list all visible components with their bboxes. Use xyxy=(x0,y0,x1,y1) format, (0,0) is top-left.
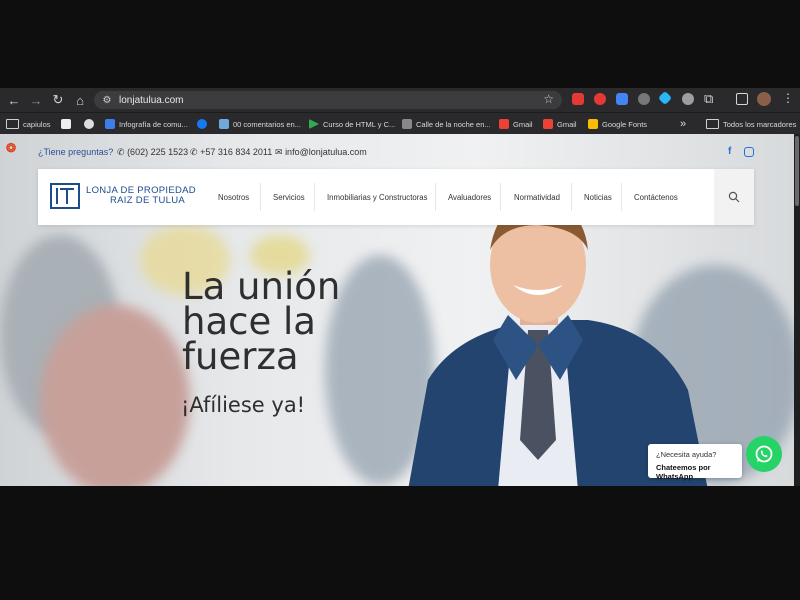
page-scrollbar[interactable] xyxy=(794,134,800,486)
bookmark-item[interactable] xyxy=(61,113,71,135)
phone-link[interactable]: ✆ (602) 225 1523 xyxy=(117,147,188,158)
gmail-icon xyxy=(543,119,553,129)
phone-icon: ✆ xyxy=(117,147,125,157)
instagram-icon[interactable] xyxy=(744,147,754,157)
browser-window: ← → ↻ ⌂ ⚙ lonjatulua.com ☆ ⧉ ⋮ capiulos xyxy=(0,88,800,486)
headline-line: fuerza xyxy=(182,335,299,378)
extension-icon[interactable] xyxy=(638,93,650,105)
side-panel-icon[interactable] xyxy=(736,93,748,105)
bookmark-item[interactable]: Google Fonts xyxy=(588,113,647,135)
site-logo-icon[interactable]: ❂ xyxy=(6,141,16,155)
facebook-icon[interactable]: f xyxy=(728,146,731,157)
whatsapp-button[interactable] xyxy=(746,436,782,472)
phone-icon: ✆ xyxy=(190,147,198,157)
hero-headline: La unión hace la fuerza xyxy=(182,265,341,378)
brand-name: LONJA DE PROPIEDAD RAIZ DE TULUA xyxy=(86,186,196,206)
whatsapp-icon xyxy=(755,445,773,463)
bookmark-star-icon[interactable]: ☆ xyxy=(543,92,554,106)
facebook-icon xyxy=(197,119,207,129)
scrollbar-thumb[interactable] xyxy=(795,136,799,206)
url-text: lonjatulua.com xyxy=(119,94,184,106)
profile-avatar[interactable] xyxy=(757,92,771,106)
favicon-icon xyxy=(402,119,412,129)
browser-toolbar: ← → ↻ ⌂ ⚙ lonjatulua.com ☆ ⧉ ⋮ xyxy=(0,88,800,112)
google-fonts-icon xyxy=(588,119,598,129)
more-bookmarks-button[interactable]: » xyxy=(680,113,686,135)
bookmark-item[interactable]: 00 comentarios en... xyxy=(219,113,301,135)
site-info-icon[interactable]: ⚙ xyxy=(99,95,115,106)
search-icon xyxy=(61,119,71,129)
bookmark-label: Curso de HTML y C... xyxy=(323,119,396,129)
gmail-icon xyxy=(499,119,509,129)
bookmark-item[interactable] xyxy=(197,113,207,135)
whatsapp-chat-card[interactable]: ¿Necesita ayuda? Chateemos por WhatsApp xyxy=(648,444,742,481)
bookmark-folder[interactable]: capiulos xyxy=(6,113,51,135)
top-info-bar: ❂ ¿Tiene preguntas? ✆ (602) 225 1523 ✆ +… xyxy=(0,134,794,168)
web-page: La unión hace la fuerza ¡Afíliese ya! ❂ … xyxy=(0,134,794,486)
menu-kebab-icon[interactable]: ⋮ xyxy=(782,91,794,105)
search-button[interactable] xyxy=(714,169,754,225)
extension-icon[interactable] xyxy=(657,90,673,106)
bookmark-label: capiulos xyxy=(23,119,51,129)
bookmark-label: Infografía de comu... xyxy=(119,119,188,129)
extension-icon[interactable] xyxy=(572,93,584,105)
brand-line: RAIZ DE TULUA xyxy=(110,195,185,206)
globe-icon xyxy=(84,119,94,129)
play-icon xyxy=(309,119,319,129)
bookmark-label: Gmail xyxy=(513,119,533,129)
headline-line: La unión xyxy=(182,265,341,308)
nav-item-nosotros[interactable]: Nosotros xyxy=(218,169,249,225)
bookmark-label: Calle de la noche en... xyxy=(416,119,491,129)
email-link[interactable]: ✉ info@lonjatulua.com xyxy=(275,147,367,158)
bookmark-label: 00 comentarios en... xyxy=(233,119,301,129)
phone-number: (602) 225 1523 xyxy=(127,147,189,157)
folder-icon xyxy=(706,119,719,129)
nav-item-servicios[interactable]: Servicios xyxy=(273,169,305,225)
search-icon xyxy=(728,191,740,203)
bookmarks-bar: capiulos Infografía de comu... 00 coment… xyxy=(0,112,800,135)
extension-icon[interactable] xyxy=(682,93,694,105)
hero-cta-text[interactable]: ¡Afíliese ya! xyxy=(181,393,305,417)
folder-icon xyxy=(6,119,19,129)
bookmark-item[interactable]: Gmail xyxy=(499,113,533,135)
phone-link[interactable]: ✆ +57 316 834 2011 xyxy=(190,147,272,158)
email-address: info@lonjatulua.com xyxy=(285,147,367,157)
forward-icon[interactable]: → xyxy=(25,89,47,111)
main-navbar: LONJA DE PROPIEDAD RAIZ DE TULUA Nosotro… xyxy=(38,169,754,225)
whatsapp-chat-text: Chateemos por WhatsApp xyxy=(656,463,711,481)
favicon-icon xyxy=(105,119,115,129)
background-person xyxy=(40,305,190,486)
brand-logo[interactable]: LONJA DE PROPIEDAD RAIZ DE TULUA xyxy=(50,181,196,211)
bookmark-item[interactable]: Calle de la noche en... xyxy=(402,113,491,135)
whatsapp-help-text: ¿Necesita ayuda? xyxy=(656,450,717,459)
favicon-icon xyxy=(219,119,229,129)
bookmark-label: Todos los marcadores xyxy=(723,119,797,129)
home-icon[interactable]: ⌂ xyxy=(69,89,91,111)
nav-item-normatividad[interactable]: Normatividad xyxy=(514,169,560,225)
logo-mark-icon xyxy=(50,183,80,209)
back-icon[interactable]: ← xyxy=(3,89,25,111)
bookmark-item[interactable]: Infografía de comu... xyxy=(105,113,188,135)
questions-label: ¿Tiene preguntas? xyxy=(38,147,114,157)
extensions-puzzle-icon[interactable]: ⧉ xyxy=(704,91,713,107)
nav-item-contactenos[interactable]: Contáctenos xyxy=(634,169,678,225)
reload-icon[interactable]: ↻ xyxy=(47,89,69,111)
bookmark-label: Gmail xyxy=(557,119,577,129)
bookmark-item[interactable]: Curso de HTML y C... xyxy=(309,113,395,135)
bookmark-label: Google Fonts xyxy=(602,119,648,129)
bookmark-item[interactable]: Gmail xyxy=(543,113,577,135)
phone-number: +57 316 834 2011 xyxy=(200,147,273,157)
mail-icon: ✉ xyxy=(275,147,283,157)
extension-icon[interactable] xyxy=(594,93,606,105)
translate-extension-icon[interactable] xyxy=(616,93,628,105)
nav-item-avaluadores[interactable]: Avaluadores xyxy=(448,169,491,225)
headline-line: hace la xyxy=(182,300,316,343)
address-bar[interactable]: ⚙ lonjatulua.com ☆ xyxy=(94,91,562,109)
nav-item-noticias[interactable]: Noticias xyxy=(584,169,612,225)
all-bookmarks-folder[interactable]: Todos los marcadores xyxy=(706,113,796,135)
bookmark-item[interactable] xyxy=(84,113,94,135)
nav-item-inmobiliarias[interactable]: Inmobiliarias y Constructoras xyxy=(327,169,428,225)
